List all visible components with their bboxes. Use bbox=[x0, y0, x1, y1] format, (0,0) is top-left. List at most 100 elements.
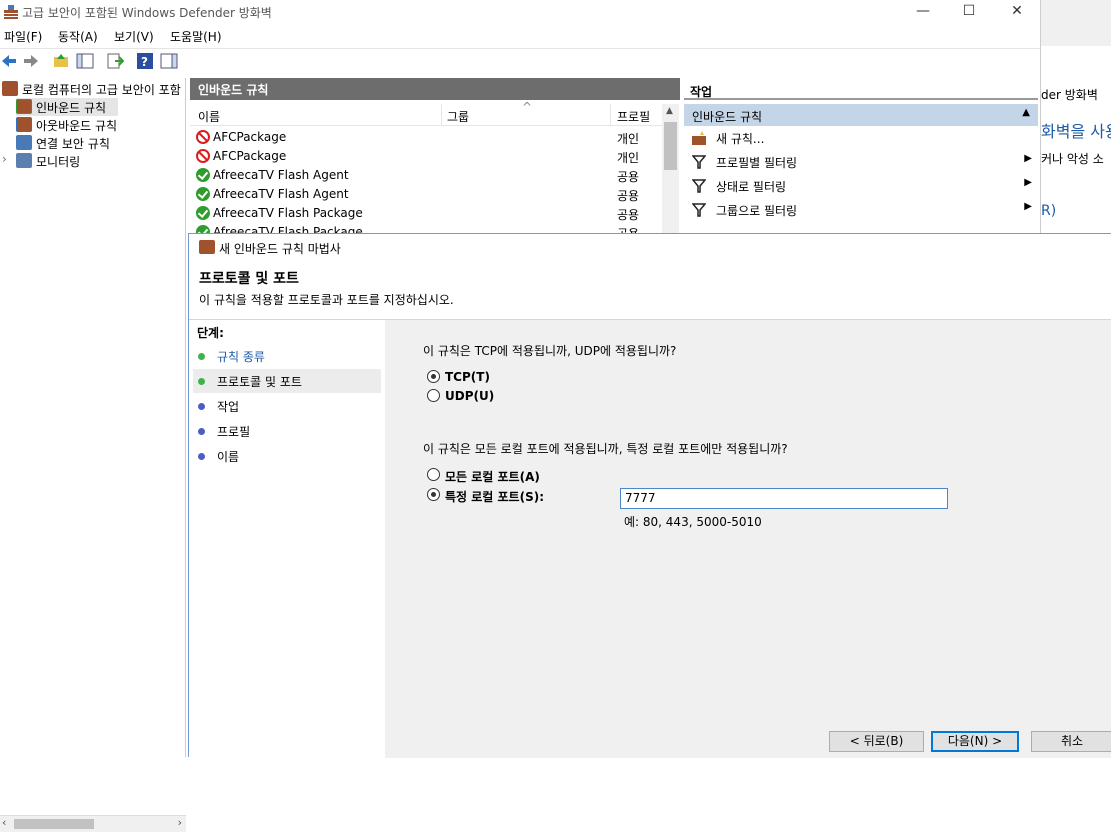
list-pane-header: 인바운드 규칙 bbox=[190, 78, 680, 100]
bg-text-2: 화벽을 사용 bbox=[1041, 122, 1111, 141]
local-ports-input[interactable]: 7777 bbox=[620, 488, 948, 509]
radio-unselected-icon[interactable] bbox=[427, 468, 440, 481]
step-dot-icon bbox=[198, 453, 205, 460]
action-filter-by-group[interactable]: 그룹으로 필터링 ▶ bbox=[684, 199, 1038, 221]
expand-chevron-icon[interactable]: › bbox=[2, 152, 7, 166]
ports-question: 이 규칙은 모든 로컬 포트에 적용됩니까, 특정 로컬 포트에만 적용됩니까? bbox=[423, 442, 788, 456]
bg-text-4[interactable]: R) bbox=[1041, 203, 1056, 219]
help-icon[interactable]: ? bbox=[136, 52, 154, 70]
next-button[interactable]: 다음(N) > bbox=[931, 731, 1019, 752]
show-hide-action-pane-icon[interactable] bbox=[160, 52, 178, 70]
ports-example-hint: 예: 80, 443, 5000-5010 bbox=[624, 515, 762, 529]
table-row[interactable]: AfreecaTV Flash Agent 공용 bbox=[190, 185, 662, 204]
scroll-up-icon[interactable]: ▲ bbox=[666, 106, 673, 116]
table-row[interactable]: AFCPackage 개인 bbox=[190, 128, 662, 147]
navigation-tree: 로컬 컴퓨터의 고급 보안이 포함 인바운드 규칙 아웃바운드 규칙 연결 보안… bbox=[0, 78, 186, 832]
back-arrow-icon[interactable] bbox=[0, 52, 18, 70]
wizard-heading: 프로토콜 및 포트 bbox=[199, 271, 299, 287]
up-folder-icon[interactable] bbox=[52, 52, 70, 70]
connection-security-icon bbox=[16, 135, 32, 150]
maximize-button[interactable]: ☐ bbox=[946, 0, 992, 24]
wizard-title-bar: 새 인바운드 규칙 마법사 bbox=[189, 234, 1111, 260]
steps-header: 단계: bbox=[197, 326, 224, 340]
scroll-thumb[interactable] bbox=[664, 122, 677, 170]
sort-ascending-icon: ^ bbox=[522, 100, 533, 114]
export-list-icon[interactable] bbox=[106, 52, 124, 70]
filter-icon bbox=[692, 155, 706, 169]
step-rule-type[interactable]: 규칙 종류 bbox=[193, 344, 381, 368]
filter-icon bbox=[692, 179, 706, 193]
table-row[interactable]: AfreecaTV Flash Package공용 bbox=[190, 223, 662, 233]
collapse-up-icon[interactable]: ▲ bbox=[1022, 107, 1030, 118]
column-profile[interactable]: 프로필 bbox=[617, 108, 650, 125]
firewall-icon bbox=[4, 5, 18, 19]
scroll-thumb[interactable] bbox=[14, 819, 94, 829]
step-dot-icon bbox=[198, 428, 205, 435]
inbound-rules-icon bbox=[16, 99, 32, 114]
filter-icon bbox=[692, 203, 706, 217]
actions-section-inbound[interactable]: 인바운드 규칙 ▲ bbox=[684, 104, 1038, 126]
firewall-icon bbox=[199, 240, 215, 254]
allowed-check-icon bbox=[196, 168, 210, 182]
vertical-scrollbar[interactable]: ▲ bbox=[662, 104, 679, 238]
step-protocol-and-ports[interactable]: 프로토콜 및 포트 bbox=[193, 369, 381, 393]
submenu-arrow-icon: ▶ bbox=[1024, 153, 1032, 164]
outbound-rules-icon bbox=[16, 117, 32, 132]
cancel-button[interactable]: 취소 bbox=[1031, 731, 1111, 752]
wizard-header: 프로토콜 및 포트 이 규칙을 적용할 프로토콜과 포트를 지정하십시오. bbox=[189, 260, 1111, 320]
bg-text-1: der 방화벽 bbox=[1041, 88, 1098, 102]
svg-text:?: ? bbox=[141, 55, 148, 69]
table-row[interactable]: AFCPackage 개인 bbox=[190, 147, 662, 166]
allowed-check-icon bbox=[196, 187, 210, 201]
back-button[interactable]: < 뒤로(B) bbox=[829, 731, 924, 752]
submenu-arrow-icon: ▶ bbox=[1024, 177, 1032, 188]
close-button[interactable]: ✕ bbox=[994, 0, 1040, 24]
scroll-left-icon[interactable]: ‹ bbox=[2, 816, 6, 829]
toolbar: ? bbox=[0, 48, 1040, 74]
horizontal-scrollbar[interactable]: ‹ › bbox=[0, 815, 186, 832]
radio-unselected-icon[interactable] bbox=[427, 389, 440, 402]
show-hide-tree-icon[interactable] bbox=[76, 52, 94, 70]
new-inbound-rule-wizard: 새 인바운드 규칙 마법사 프로토콜 및 포트 이 규칙을 적용할 프로토콜과 … bbox=[188, 233, 1111, 758]
scroll-right-icon[interactable]: › bbox=[178, 816, 182, 829]
step-name: 이름 bbox=[193, 444, 381, 468]
title-bar: 고급 보안이 포함된 Windows Defender 방화벽 — ☐ ✕ bbox=[0, 0, 1040, 24]
tree-item-monitoring[interactable]: › 모니터링 bbox=[2, 152, 162, 170]
firewall-icon bbox=[2, 81, 18, 96]
forward-arrow-icon[interactable] bbox=[22, 52, 40, 70]
action-filter-by-profile[interactable]: 프로필별 필터링 ▶ bbox=[684, 151, 1038, 173]
background-window: der 방화벽 화벽을 사용 커나 악성 소 R) bbox=[1040, 0, 1111, 235]
menu-help[interactable]: 도움말(H) bbox=[170, 28, 222, 45]
protocol-question: 이 규칙은 TCP에 적용됩니까, UDP에 적용됩니까? bbox=[423, 344, 677, 358]
blocked-icon bbox=[196, 130, 210, 144]
menu-file[interactable]: 파일(F) bbox=[4, 28, 42, 45]
blocked-icon bbox=[196, 149, 210, 163]
actions-header: 작업 bbox=[684, 80, 1038, 100]
allowed-check-icon bbox=[196, 225, 210, 233]
step-profile: 프로필 bbox=[193, 419, 381, 443]
menu-action[interactable]: 동작(A) bbox=[58, 28, 98, 45]
table-row[interactable]: AfreecaTV Flash Agent 공용 bbox=[190, 166, 662, 185]
wizard-title: 새 인바운드 규칙 마법사 bbox=[219, 242, 341, 256]
bg-text-3: 커나 악성 소 bbox=[1041, 152, 1104, 166]
wizard-content: 이 규칙은 TCP에 적용됩니까, UDP에 적용됩니까? TCP(T) UDP… bbox=[385, 320, 1111, 758]
action-filter-by-state[interactable]: 상태로 필터링 ▶ bbox=[684, 175, 1038, 197]
menu-view[interactable]: 보기(V) bbox=[114, 28, 154, 45]
column-header: 이름 그룹 ^ 프로필 bbox=[190, 100, 662, 126]
window-title: 고급 보안이 포함된 Windows Defender 방화벽 bbox=[22, 6, 272, 20]
step-action: 작업 bbox=[193, 394, 381, 418]
minimize-button[interactable]: — bbox=[900, 0, 946, 24]
wizard-description: 이 규칙을 적용할 프로토콜과 포트를 지정하십시오. bbox=[199, 293, 454, 307]
radio-selected-icon[interactable] bbox=[427, 370, 440, 383]
steps-panel: 단계: 규칙 종류 프로토콜 및 포트 작업 프로필 이름 bbox=[189, 320, 385, 758]
step-dot-icon bbox=[198, 378, 205, 385]
table-row[interactable]: AfreecaTV Flash Package공용 bbox=[190, 204, 662, 223]
column-name[interactable]: 이름 bbox=[198, 108, 220, 125]
step-dot-icon bbox=[198, 403, 205, 410]
rules-list-pane: 인바운드 규칙 이름 그룹 ^ 프로필 AFCPackage 개인 AFCPack… bbox=[190, 78, 680, 238]
column-group[interactable]: 그룹 bbox=[447, 108, 469, 125]
tree-item-inbound-rules[interactable]: 인바운드 규칙 bbox=[16, 98, 118, 116]
radio-selected-icon[interactable] bbox=[427, 488, 440, 501]
action-new-rule[interactable]: 새 규칙... bbox=[684, 127, 1038, 149]
submenu-arrow-icon: ▶ bbox=[1024, 201, 1032, 212]
